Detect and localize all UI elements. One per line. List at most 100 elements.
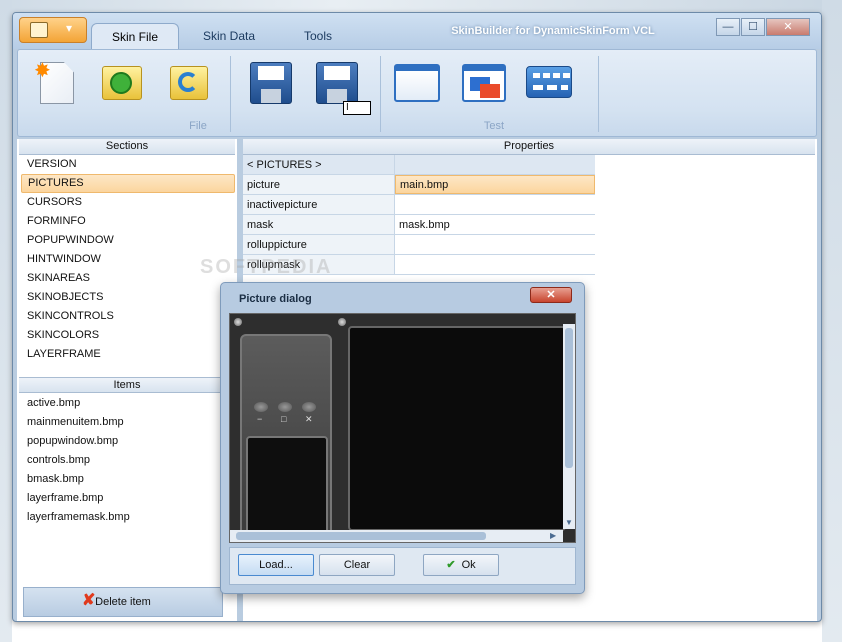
table-row[interactable]: rolluppicture xyxy=(243,235,595,255)
list-item[interactable]: PICTURES xyxy=(21,174,235,193)
ribbon-separator xyxy=(598,56,599,132)
table-row[interactable]: < PICTURES > xyxy=(243,155,595,175)
list-item[interactable]: SKINCOLORS xyxy=(21,326,235,345)
close-button[interactable]: ✕ xyxy=(766,18,810,36)
skin-button-icon xyxy=(254,402,268,412)
skin-button-icon xyxy=(302,402,316,412)
application-menu-button[interactable]: ▾ xyxy=(19,17,87,43)
list-item[interactable]: SKINCONTROLS xyxy=(21,307,235,326)
delete-icon: ✘ xyxy=(82,592,96,609)
table-row[interactable]: picture main.bmp xyxy=(243,175,595,195)
open-skin-button[interactable] xyxy=(96,58,148,110)
table-row[interactable]: inactivepicture xyxy=(243,195,595,215)
rivet-icon xyxy=(338,318,346,326)
list-item[interactable]: FORMINFO xyxy=(21,212,235,231)
property-name: < PICTURES > xyxy=(243,155,395,174)
app-logo-icon xyxy=(30,22,48,38)
property-name: picture xyxy=(243,175,395,194)
desktop-background xyxy=(822,0,842,642)
sparkle-icon: ✸ xyxy=(34,60,51,82)
property-value[interactable] xyxy=(395,255,595,274)
save-as-icon xyxy=(316,62,358,104)
rivet-icon xyxy=(234,318,242,326)
vertical-scrollbar[interactable]: ▼ xyxy=(563,324,575,529)
refresh-icon xyxy=(178,72,198,92)
list-item[interactable]: mainmenuitem.bmp xyxy=(21,413,235,432)
dialog-close-button[interactable]: ✕ xyxy=(530,287,572,303)
property-value[interactable] xyxy=(395,235,595,254)
controls-preview-icon xyxy=(526,66,572,98)
tab-skin-data[interactable]: Skin Data xyxy=(189,23,269,49)
dialog-preview-icon xyxy=(462,64,506,102)
skin-image-right xyxy=(348,326,566,531)
list-item[interactable]: CURSORS xyxy=(21,193,235,212)
skin-panel xyxy=(246,436,328,536)
list-item[interactable]: controls.bmp xyxy=(21,451,235,470)
property-value[interactable] xyxy=(395,155,595,174)
watermark: SOFTPEDIA xyxy=(200,256,333,278)
group-label-test: Test xyxy=(483,120,505,132)
scroll-down-icon[interactable]: ▼ xyxy=(565,518,573,527)
ok-button[interactable]: ✔ Ok xyxy=(423,554,499,576)
scroll-thumb[interactable] xyxy=(565,328,573,468)
desktop-background xyxy=(0,0,12,642)
ribbon: ✸ File Test xyxy=(17,49,817,137)
list-item[interactable]: layerframemask.bmp xyxy=(21,508,235,527)
delete-item-button[interactable]: ✘ Delete item xyxy=(23,587,223,617)
skin-button-icon xyxy=(278,402,292,412)
list-item[interactable]: VERSION xyxy=(21,155,235,174)
minimize-button[interactable]: — xyxy=(716,18,740,36)
test-controls-button[interactable] xyxy=(522,58,574,110)
table-row[interactable]: mask mask.bmp xyxy=(243,215,595,235)
list-item[interactable]: LAYERFRAME xyxy=(21,345,235,364)
list-item[interactable]: layerframe.bmp xyxy=(21,489,235,508)
property-name: inactivepicture xyxy=(243,195,395,214)
load-button[interactable]: Load... xyxy=(238,554,314,576)
list-item[interactable]: active.bmp xyxy=(21,394,235,413)
reload-skin-button[interactable] xyxy=(162,58,214,110)
chevron-down-icon: ▾ xyxy=(66,21,73,35)
list-item[interactable]: POPUPWINDOW xyxy=(21,231,235,250)
check-icon: ✔ xyxy=(446,559,456,571)
ok-label: Ok xyxy=(461,559,476,571)
window-preview-icon xyxy=(394,64,440,102)
new-skin-button[interactable]: ✸ xyxy=(30,58,82,110)
property-value[interactable]: main.bmp xyxy=(395,175,595,194)
ribbon-separator xyxy=(380,56,381,132)
property-value[interactable]: mask.bmp xyxy=(395,215,595,234)
dialog-footer: Load... Clear ✔ Ok xyxy=(229,547,576,585)
list-item[interactable]: popupwindow.bmp xyxy=(21,432,235,451)
picture-dialog: Picture dialog ✕ − □ ✕ ▼ ▶ Load... Clear… xyxy=(220,282,585,594)
delete-item-label: Delete item xyxy=(95,596,151,608)
window-title: SkinBuilder for DynamicSkinForm VCL xyxy=(451,25,655,37)
properties-header: Properties xyxy=(243,139,815,155)
tab-skin-file[interactable]: Skin File xyxy=(91,23,179,49)
skin-image-left: − □ ✕ xyxy=(240,334,332,539)
test-dialog-button[interactable] xyxy=(456,58,508,110)
maximize-glyph: □ xyxy=(281,414,287,424)
scroll-right-icon[interactable]: ▶ xyxy=(550,531,556,540)
group-label-file: File xyxy=(189,120,207,132)
dialog-title: Picture dialog xyxy=(239,293,312,305)
property-value[interactable] xyxy=(395,195,595,214)
close-glyph: ✕ xyxy=(305,414,313,424)
items-header: Items xyxy=(19,377,235,393)
list-item[interactable]: bmask.bmp xyxy=(21,470,235,489)
test-form-button[interactable] xyxy=(390,58,442,110)
save-button[interactable] xyxy=(244,58,296,110)
property-name: mask xyxy=(243,215,395,234)
clear-button[interactable]: Clear xyxy=(319,554,395,576)
tab-tools[interactable]: Tools xyxy=(283,23,353,49)
property-name: rolluppicture xyxy=(243,235,395,254)
scroll-thumb[interactable] xyxy=(236,532,486,540)
list-item[interactable]: SKINOBJECTS xyxy=(21,288,235,307)
sections-header: Sections xyxy=(19,139,235,155)
horizontal-scrollbar[interactable]: ▶ xyxy=(230,530,563,542)
items-list[interactable]: active.bmp mainmenuitem.bmp popupwindow.… xyxy=(21,394,235,527)
ribbon-separator xyxy=(230,56,231,132)
maximize-button[interactable]: ☐ xyxy=(741,18,765,36)
text-cursor-icon: I xyxy=(343,101,371,115)
picture-preview: − □ ✕ ▼ ▶ xyxy=(229,313,576,543)
minimize-glyph: − xyxy=(257,414,263,424)
title-bar: ▾ Skin File Skin Data Tools SkinBuilder … xyxy=(13,13,821,49)
